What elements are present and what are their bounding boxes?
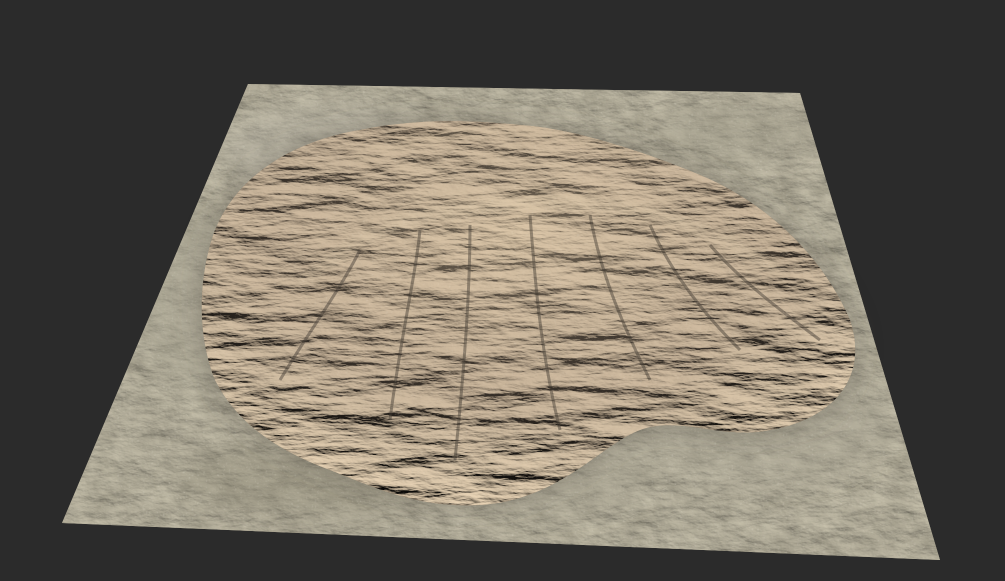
3d-viewport[interactable] bbox=[0, 0, 1005, 581]
terrain-render bbox=[62, 84, 940, 560]
